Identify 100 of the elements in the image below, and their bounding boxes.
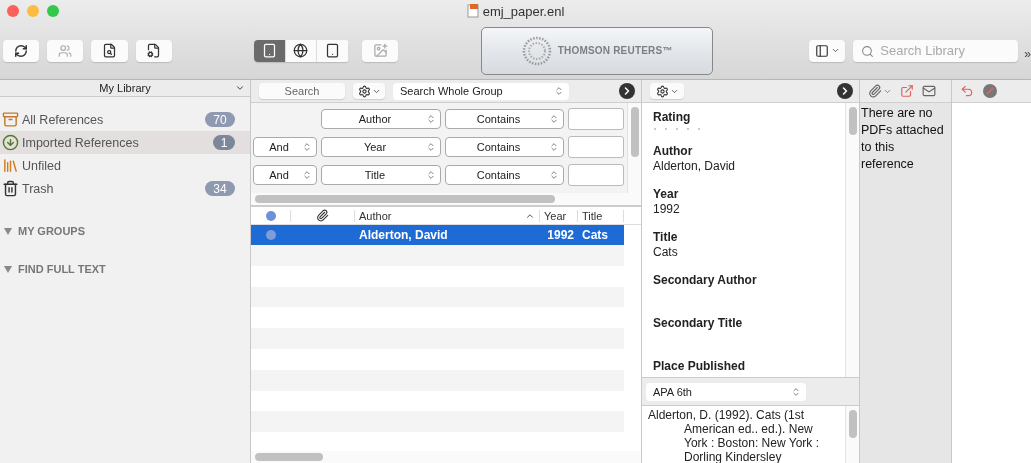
section-header: FIND FULL TEXT: [18, 263, 106, 275]
layout-button[interactable]: [809, 39, 846, 62]
field-dropdown[interactable]: Title: [321, 165, 441, 185]
column-header[interactable]: Author: [355, 209, 540, 222]
section-header: MY GROUPS: [18, 225, 86, 237]
field-dropdown[interactable]: Year: [321, 137, 441, 157]
scrollbar-thumb[interactable]: [849, 107, 857, 135]
integrated-library-button[interactable]: [317, 39, 349, 62]
search-button[interactable]: Search: [259, 83, 345, 99]
new-group-button[interactable]: [361, 39, 399, 62]
library-selector[interactable]: My Library: [0, 80, 250, 97]
disclosure-triangle-icon[interactable]: [4, 265, 12, 273]
empty-message: There are no PDFs attached to this reference: [860, 105, 945, 173]
column-header[interactable]: Title: [578, 209, 624, 222]
count-badge: 1: [213, 135, 235, 150]
scrollbar-thumb[interactable]: [255, 195, 555, 203]
go-button[interactable]: [619, 83, 635, 99]
annotate-icon[interactable]: [982, 83, 998, 99]
add-image-icon: [372, 43, 388, 58]
column-header[interactable]: Year: [540, 209, 578, 222]
sync-icon: [14, 43, 29, 58]
up-down-arrows-icon: [426, 142, 436, 152]
caret-icon: [830, 46, 840, 55]
field-value[interactable]: Cats: [653, 245, 834, 259]
window-title: emj_paper.enl: [482, 3, 565, 19]
up-down-arrows-icon: [302, 142, 312, 152]
globe-icon: [293, 43, 309, 58]
up-down-arrows-icon: [791, 386, 801, 397]
zoom-button[interactable]: [47, 5, 59, 17]
field-label: Secondary Author: [653, 273, 758, 287]
read-status-icon: [266, 230, 276, 240]
sidebar-item[interactable]: Trash 34: [0, 177, 250, 200]
mail-icon[interactable]: [922, 84, 936, 98]
up-down-arrows-icon: [554, 86, 564, 96]
local-library-button[interactable]: [253, 39, 286, 62]
online-search-button[interactable]: [285, 39, 318, 62]
scrollbar-thumb[interactable]: [631, 107, 639, 157]
find-reference-button[interactable]: [91, 39, 128, 62]
up-down-arrows-icon: [426, 114, 436, 124]
field-dropdown[interactable]: Author: [321, 109, 441, 129]
field-label: Place Published: [653, 359, 747, 373]
settings-button[interactable]: [353, 83, 385, 99]
paperclip-icon: [868, 84, 882, 98]
document-icon: [466, 4, 479, 18]
more-button[interactable]: »: [1024, 46, 1031, 61]
condition-dropdown[interactable]: Contains: [445, 165, 564, 185]
table-row[interactable]: Alderton, David 1992 Cats: [251, 225, 624, 245]
attach-file-button[interactable]: [868, 84, 892, 98]
operator-dropdown[interactable]: And: [253, 137, 317, 157]
sidebar-item[interactable]: Imported References 1: [0, 131, 250, 154]
field-label: Year: [653, 187, 680, 201]
tablet-icon: [261, 43, 277, 58]
condition-dropdown[interactable]: Contains: [445, 109, 564, 129]
operator-dropdown[interactable]: And: [253, 165, 317, 185]
formatted-citation: Alderton, D. (1992). Cats (1st American ed.. ed.). New York : Boston: New York : Dorling Kindersley: [647, 407, 820, 463]
close-button[interactable]: [7, 5, 19, 17]
field-label: Author: [653, 144, 694, 158]
paperclip-icon: [316, 209, 329, 222]
gear-icon: [655, 84, 669, 98]
search-term-field[interactable]: [568, 136, 624, 158]
archive-box-icon: [2, 111, 19, 128]
people-icon: [58, 43, 73, 58]
scrollbar-thumb[interactable]: [255, 453, 323, 461]
open-external-icon[interactable]: [900, 84, 914, 98]
tablet-icon: [325, 43, 341, 58]
disclosure-triangle-icon[interactable]: [4, 227, 12, 235]
table-cell-text: Cats: [581, 228, 609, 242]
logo-text: THOMSON REUTERS™: [557, 45, 673, 56]
search-icon: [861, 44, 875, 58]
panel-icon: [814, 43, 829, 58]
field-label: Title: [653, 230, 679, 244]
field-value[interactable]: 1992: [653, 202, 834, 216]
books-icon: [2, 157, 19, 174]
sidebar-item[interactable]: Unfiled: [0, 154, 250, 177]
search-term-field[interactable]: [568, 164, 624, 186]
count-badge: 70: [205, 112, 235, 127]
field-label: Rating: [653, 110, 692, 124]
scrollbar-thumb[interactable]: [849, 410, 857, 438]
document-sync-button[interactable]: [135, 39, 172, 62]
scope-dropdown[interactable]: Search Whole Group: [393, 82, 569, 100]
sidebar-item[interactable]: All References 70: [0, 108, 250, 131]
trash-icon: [2, 180, 19, 197]
count-badge: 34: [205, 181, 235, 196]
search-term-field[interactable]: [568, 108, 624, 130]
up-down-arrows-icon: [549, 142, 559, 152]
share-button[interactable]: [47, 39, 84, 62]
settings-button[interactable]: [650, 83, 684, 99]
go-button[interactable]: [837, 83, 853, 99]
field-value[interactable]: Alderton, David: [653, 159, 834, 173]
search-field[interactable]: Search Library: [853, 39, 1019, 62]
up-down-arrows-icon: [549, 114, 559, 124]
dotted-globe-icon: [521, 35, 552, 66]
condition-dropdown[interactable]: Contains: [445, 137, 564, 157]
style-dropdown[interactable]: APA 6th: [646, 382, 806, 401]
field-label: Secondary Title: [653, 316, 744, 330]
undo-icon[interactable]: [960, 84, 974, 98]
read-status-icon: [265, 210, 276, 221]
sync-button[interactable]: [3, 39, 40, 62]
document-search-icon: [102, 43, 118, 58]
caret-icon: [235, 83, 245, 93]
